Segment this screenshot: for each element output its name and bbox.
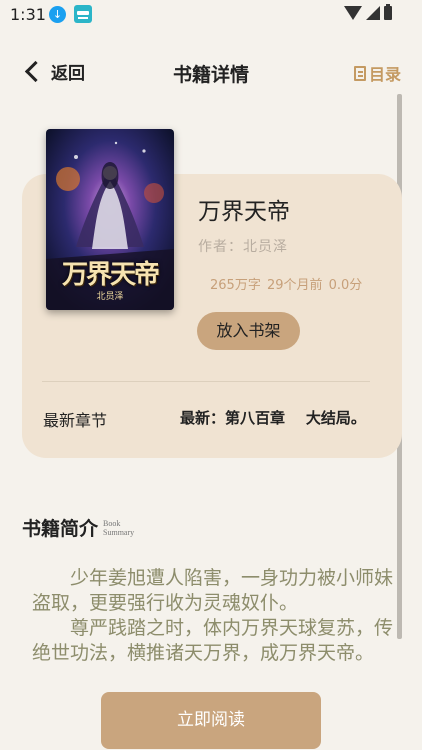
book-icon [353, 65, 366, 81]
status-indicators [344, 4, 392, 20]
intro-paragraph: 尊严践踏之时，体内万界天球复苏，传绝世功法，横推诸天万界，成万界天帝。 [32, 617, 394, 664]
toc-label: 目录 [368, 65, 401, 84]
intro-subtitle: Book Summary [103, 519, 134, 537]
intro-text: 少年姜旭遭人陷害，一身功力被小师妹盗取，更要强行收为灵魂奴仆。 尊严践踏之时，体… [32, 566, 402, 666]
intro-heading: 书籍简介 Book Summary [22, 514, 134, 541]
status-time: 1:31 [10, 5, 46, 24]
intro-subtitle-line1: Book [103, 518, 121, 528]
book-title: 万界天帝 [198, 199, 290, 225]
book-stats: 265万字 29个月前 0.0分 [210, 278, 363, 293]
intro-paragraph: 少年姜旭遭人陷害，一身功力被小师妹盗取，更要强行收为灵魂奴仆。 [32, 567, 394, 614]
status-bar: 1:31 ↓ [0, 0, 422, 30]
download-icon: ↓ [49, 6, 66, 23]
navbar: 返回 书籍详情 目录 [0, 55, 422, 91]
latest-chapter-label: 最新章节 [43, 411, 108, 430]
intro-subtitle-line2: Summary [103, 527, 135, 537]
book-cover: 万界天帝 北员泽 [46, 129, 174, 310]
intro-title: 书籍简介 [22, 518, 99, 540]
toc-button[interactable]: 目录 [353, 61, 401, 85]
signal-icon [366, 6, 380, 20]
app-notification-icon [74, 5, 92, 23]
wifi-icon [344, 6, 362, 20]
latest-chapter-link[interactable]: 最新：第八百章 大结局。 [180, 407, 366, 428]
add-to-shelf-button[interactable]: 放入书架 [197, 312, 300, 350]
book-author: 作者：北员泽 [198, 239, 288, 255]
cover-author: 北员泽 [96, 292, 124, 302]
battery-icon [384, 4, 392, 20]
cover-title: 万界天帝 [61, 260, 160, 290]
read-now-button[interactable]: 立即阅读 [101, 692, 321, 749]
divider [42, 381, 370, 382]
